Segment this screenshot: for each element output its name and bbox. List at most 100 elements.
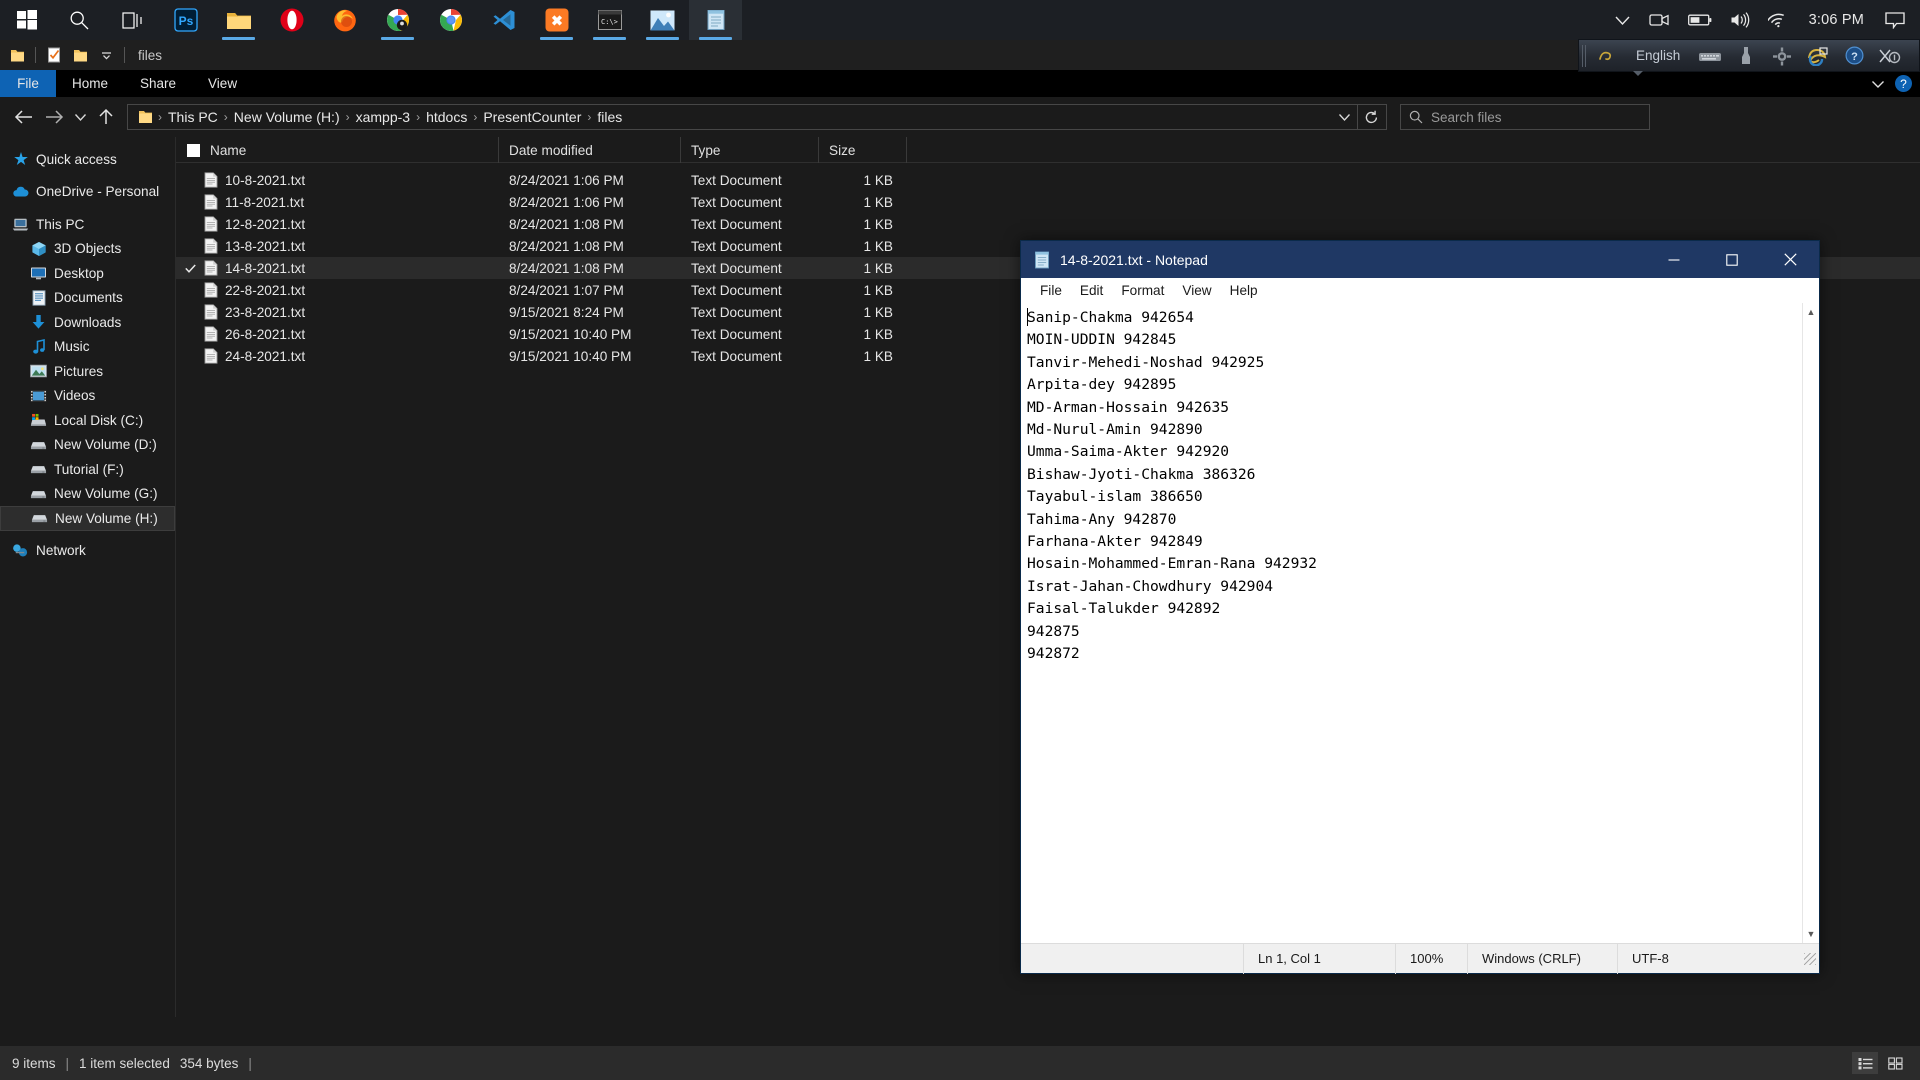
select-all-checkbox[interactable] <box>187 143 200 157</box>
new-folder-icon[interactable] <box>67 40 93 70</box>
sidebar-item-downloads[interactable]: Downloads <box>0 310 175 335</box>
row-checkbox[interactable] <box>184 306 197 319</box>
ime-tool-icon[interactable] <box>1728 40 1764 71</box>
column-header-date-modified[interactable]: Date modified <box>499 137 681 163</box>
sidebar-item-desktop[interactable]: Desktop <box>0 261 175 286</box>
taskbar-chrome[interactable] <box>424 0 477 40</box>
task-view-button[interactable] <box>106 0 159 40</box>
notepad-text-area[interactable]: Sanip-Chakma 942654 MOIN-UDDIN 942845 Ta… <box>1021 303 1802 943</box>
cell-file-name[interactable]: 11-8-2021.txt <box>176 191 499 213</box>
sidebar-item-new-volume-h[interactable]: New Volume (H:) <box>0 506 175 531</box>
customize-dropdown-icon[interactable] <box>93 40 119 70</box>
scroll-up-arrow-icon[interactable]: ▲ <box>1803 303 1820 321</box>
column-header-name[interactable]: Name <box>176 137 499 163</box>
up-arrow-icon[interactable] <box>91 101 121 133</box>
details-view-button[interactable] <box>1852 1052 1878 1074</box>
taskbar-opera[interactable] <box>265 0 318 40</box>
show-hidden-icons-button[interactable] <box>1606 0 1639 40</box>
breadcrumb-this-pc[interactable]: This PC <box>163 109 223 125</box>
sidebar-item-music[interactable]: Music <box>0 335 175 360</box>
maximize-button[interactable] <box>1703 241 1761 278</box>
menu-help[interactable]: Help <box>1221 283 1267 298</box>
cell-file-name[interactable]: 26-8-2021.txt <box>176 323 499 345</box>
keyboard-layout-icon[interactable] <box>1692 40 1728 71</box>
row-checkbox[interactable] <box>184 240 197 253</box>
help-icon[interactable]: ? <box>1895 75 1912 92</box>
sidebar-item-network[interactable]: Network <box>0 539 175 564</box>
taskbar-vscode[interactable] <box>477 0 530 40</box>
cell-file-name[interactable]: 23-8-2021.txt <box>176 301 499 323</box>
large-icons-view-button[interactable] <box>1882 1052 1908 1074</box>
status-zoom[interactable]: 100% <box>1395 943 1467 974</box>
taskbar-terminal[interactable]: C:\> <box>583 0 636 40</box>
chevron-down-icon[interactable] <box>1871 79 1885 89</box>
sidebar-item-onedrive[interactable]: OneDrive - Personal <box>0 180 175 205</box>
breadcrumb-files[interactable]: files <box>592 109 627 125</box>
language-bar-language[interactable]: English <box>1624 40 1692 71</box>
properties-icon[interactable] <box>41 40 67 70</box>
sidebar-item-videos[interactable]: Videos <box>0 384 175 409</box>
minimize-button[interactable] <box>1645 241 1703 278</box>
breadcrumb-new-volume-h[interactable]: New Volume (H:) <box>229 109 345 125</box>
tab-home[interactable]: Home <box>56 70 124 97</box>
tab-share[interactable]: Share <box>124 70 192 97</box>
taskbar-firefox[interactable] <box>318 0 371 40</box>
settings-gear-icon[interactable] <box>1764 40 1800 71</box>
sidebar-item-tutorial-f[interactable]: Tutorial (F:) <box>0 457 175 482</box>
search-input[interactable]: Search files <box>1431 110 1502 125</box>
menu-file[interactable]: File <box>1031 283 1071 298</box>
volume-icon[interactable] <box>1721 0 1759 40</box>
sidebar-item-documents[interactable]: Documents <box>0 286 175 311</box>
row-checkbox[interactable] <box>184 196 197 209</box>
close-icon[interactable] <box>1872 40 1908 71</box>
taskbar-chrome-beta[interactable] <box>371 0 424 40</box>
taskbar-clock[interactable]: 3:06 PM <box>1797 12 1876 28</box>
cell-file-name[interactable]: 24-8-2021.txt <box>176 345 499 367</box>
menu-view[interactable]: View <box>1173 283 1220 298</box>
forward-arrow-icon[interactable] <box>39 101 69 133</box>
notepad-scrollbar[interactable]: ▲ ▼ <box>1802 303 1819 943</box>
sidebar-item-3d-objects[interactable]: 3D Objects <box>0 237 175 262</box>
recent-locations-icon[interactable] <box>69 101 91 133</box>
cell-file-name[interactable]: 10-8-2021.txt <box>176 169 499 191</box>
sidebar-item-new-volume-d[interactable]: New Volume (D:) <box>0 433 175 458</box>
notepad-window[interactable]: 14-8-2021.txt - Notepad File Edit Format… <box>1020 240 1820 974</box>
meet-now-icon[interactable] <box>1639 0 1679 40</box>
menu-edit[interactable]: Edit <box>1071 283 1112 298</box>
cell-file-name[interactable]: 12-8-2021.txt <box>176 213 499 235</box>
table-row[interactable]: 12-8-2021.txt 8/24/2021 1:08 PM Text Docum… <box>176 213 1920 235</box>
search-button[interactable] <box>53 0 106 40</box>
breadcrumb-xampp-3[interactable]: xampp-3 <box>351 109 415 125</box>
folder-icon[interactable] <box>4 40 30 70</box>
internet-explorer-icon[interactable] <box>1800 40 1836 71</box>
row-checkbox[interactable] <box>184 174 197 187</box>
breadcrumb-htdocs[interactable]: htdocs <box>421 109 472 125</box>
taskbar-xampp[interactable]: ✖ <box>530 0 583 40</box>
cell-file-name[interactable]: 14-8-2021.txt <box>176 257 499 279</box>
battery-icon[interactable] <box>1679 0 1721 40</box>
start-button[interactable] <box>0 0 53 40</box>
sidebar-item-new-volume-g[interactable]: New Volume (G:) <box>0 482 175 507</box>
scroll-down-arrow-icon[interactable]: ▼ <box>1803 925 1820 943</box>
cell-file-name[interactable]: 22-8-2021.txt <box>176 279 499 301</box>
row-checkbox[interactable] <box>184 218 197 231</box>
taskbar-photos[interactable] <box>636 0 689 40</box>
tab-file[interactable]: File <box>0 70 56 97</box>
notifications-icon[interactable] <box>1876 0 1914 40</box>
table-row[interactable]: 10-8-2021.txt 8/24/2021 1:06 PM Text Docum… <box>176 169 1920 191</box>
breadcrumb-presentcounter[interactable]: PresentCounter <box>478 109 586 125</box>
row-checkbox[interactable] <box>184 350 197 363</box>
back-arrow-icon[interactable] <box>9 101 39 133</box>
help-icon[interactable]: ? <box>1836 40 1872 71</box>
resize-grip[interactable] <box>1804 952 1816 965</box>
refresh-icon[interactable] <box>1358 105 1384 129</box>
taskbar-notepad[interactable] <box>689 0 742 40</box>
language-bar[interactable]: English ? <box>1578 39 1920 76</box>
taskbar-file-explorer[interactable] <box>212 0 265 40</box>
address-bar[interactable]: › This PC › New Volume (H:) › xampp-3 › … <box>127 104 1387 130</box>
avro-logo-icon[interactable] <box>1588 40 1624 71</box>
column-header-type[interactable]: Type <box>681 137 819 163</box>
row-checkbox[interactable] <box>184 262 197 275</box>
wifi-icon[interactable] <box>1759 0 1797 40</box>
tab-view[interactable]: View <box>192 70 253 97</box>
